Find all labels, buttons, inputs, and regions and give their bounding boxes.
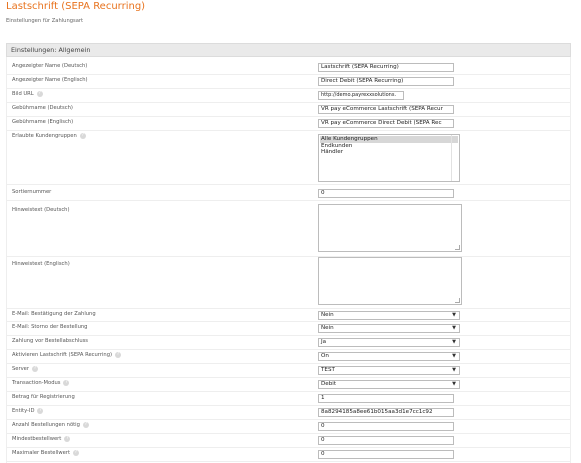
row-betrag-registrierung: Betrag für Registrierung 1 [6,392,571,406]
row-hinweis-de: Hinweistext (Deutsch) [6,201,571,257]
label-anzahl-bestellungen: Anzahl Bestellungen nötig? [12,422,89,428]
chevron-down-icon: ▼ [452,339,456,345]
row-hinweis-en: Hinweistext (Englisch) [6,257,571,309]
label-kundengruppen: Erlaubte Kundengruppen? [12,133,86,139]
row-maximaler-bestellwert: Maximaler Bestellwert? 0 [6,448,571,462]
label-gebuehr-en: Gebührname (Englisch) [12,119,74,125]
chevron-down-icon: ▼ [452,353,456,359]
help-circle-icon[interactable]: ? [63,380,70,386]
anzahl-bestellungen-input[interactable]: 0 [318,422,454,431]
page-title: Lastschrift (SEPA Recurring) [6,1,146,12]
mindestbestellwert-input[interactable]: 0 [318,436,454,445]
row-name-de: Angezeigter Name (Deutsch) Lastschrift (… [6,61,571,75]
label-email-bestaetigung: E-Mail: Bestätigung der Zahlung [12,311,96,317]
row-bild-url: Bild URL? http://demo.payrexxsolutions. [6,89,571,103]
row-email-storno: E-Mail: Storno der Bestellung Nein ▼ [6,322,571,336]
label-hinweis-en: Hinweistext (Englisch) [12,261,70,267]
help-circle-icon[interactable]: ? [82,422,89,428]
transaction-modus-select[interactable]: Debit ▼ [318,380,460,389]
option-endkunden[interactable]: Endkunden [320,143,458,150]
label-entity-id: Entity-ID? [12,408,44,414]
chevron-down-icon: ▼ [452,325,456,331]
label-maximaler-bestellwert: Maximaler Bestellwert? [12,450,79,456]
help-circle-icon[interactable]: ? [72,450,79,456]
resize-handle-icon[interactable] [455,298,460,303]
label-aktivieren: Aktivieren Lastschrift (SEPA Recurring)? [12,352,122,358]
option-alle-kundengruppen[interactable]: Alle Kundengruppen [320,136,458,143]
label-bild-url: Bild URL? [12,91,43,97]
label-zahlung-vor: Zahlung vor Bestellabschluss [12,338,89,344]
row-mindestbestellwert: Mindestbestellwert? 0 [6,434,571,448]
gebuehr-en-input[interactable]: VR pay eCommerce Direct Debit (SEPA Rec [318,119,454,128]
hinweis-de-textarea[interactable] [318,204,462,252]
help-circle-icon[interactable]: ? [115,352,122,358]
row-zahlung-vor: Zahlung vor Bestellabschluss Ja ▼ [6,336,571,350]
label-gebuehr-de: Gebührname (Deutsch) [12,105,73,111]
row-email-bestaetigung: E-Mail: Bestätigung der Zahlung Nein ▼ [6,309,571,322]
bild-url-input[interactable]: http://demo.payrexxsolutions. [318,91,404,100]
label-name-de: Angezeigter Name (Deutsch) [12,63,88,69]
row-server: Server? TEST ▼ [6,364,571,378]
name-en-input[interactable]: Direct Debit (SEPA Recurring) [318,77,454,86]
row-gebuehr-en: Gebührname (Englisch) VR pay eCommerce D… [6,117,571,131]
kundengruppen-listbox[interactable]: Alle Kundengruppen Endkunden Händler [318,134,460,182]
payment-settings-page: Lastschrift (SEPA Recurring) Einstellung… [0,0,581,463]
option-haendler[interactable]: Händler [320,149,458,156]
label-sortiernummer: Sortiernummer [12,189,52,195]
row-aktivieren: Aktivieren Lastschrift (SEPA Recurring)?… [6,350,571,364]
resize-handle-icon[interactable] [455,245,460,250]
chevron-down-icon: ▼ [452,381,456,387]
label-hinweis-de: Hinweistext (Deutsch) [12,207,70,213]
label-transaction-modus: Transaction-Modus? [12,380,70,386]
row-sortiernummer: Sortiernummer 0 [6,185,571,201]
maximaler-bestellwert-input[interactable]: 0 [318,450,454,459]
label-server: Server? [12,366,39,372]
row-name-en: Angezeigter Name (Englisch) Direct Debit… [6,75,571,89]
entity-id-input[interactable]: 8a8294185a8ee61b015aa3d1e7cc1c92 [318,408,454,417]
help-circle-icon[interactable]: ? [37,408,44,414]
help-circle-icon[interactable]: ? [79,133,86,139]
label-name-en: Angezeigter Name (Englisch) [12,77,88,83]
name-de-input[interactable]: Lastschrift (SEPA Recurring) [318,63,454,72]
label-email-storno: E-Mail: Storno der Bestellung [12,324,88,330]
row-kundengruppen: Erlaubte Kundengruppen? Alle Kundengrupp… [6,131,571,185]
page-subtitle: Einstellungen für Zahlungsart [6,18,84,24]
email-bestaetigung-select[interactable]: Nein ▼ [318,311,460,320]
zahlung-vor-select[interactable]: Ja ▼ [318,338,460,347]
label-betrag-registrierung: Betrag für Registrierung [12,394,75,400]
row-transaction-modus: Transaction-Modus? Debit ▼ [6,378,571,392]
help-circle-icon[interactable]: ? [64,436,71,442]
row-anzahl-bestellungen: Anzahl Bestellungen nötig? 0 [6,420,571,434]
aktivieren-select[interactable]: On ▼ [318,352,460,361]
server-select[interactable]: TEST ▼ [318,366,460,375]
help-circle-icon[interactable]: ? [36,91,43,97]
hinweis-en-textarea[interactable] [318,257,462,305]
help-circle-icon[interactable]: ? [32,366,39,372]
sortiernummer-input[interactable]: 0 [318,189,454,198]
row-entity-id: Entity-ID? 8a8294185a8ee61b015aa3d1e7cc1… [6,406,571,420]
listbox-scrollbar[interactable] [451,135,459,181]
chevron-down-icon: ▼ [452,367,456,373]
row-gebuehr-de: Gebührname (Deutsch) VR pay eCommerce La… [6,103,571,117]
betrag-registrierung-input[interactable]: 1 [318,394,454,403]
email-storno-select[interactable]: Nein ▼ [318,324,460,333]
chevron-down-icon: ▼ [452,312,456,318]
section-title: Einstellungen: Allgemein [11,46,91,54]
gebuehr-de-input[interactable]: VR pay eCommerce Lastschrift (SEPA Recur [318,105,454,114]
section-header: Einstellungen: Allgemein [6,43,571,57]
label-mindestbestellwert: Mindestbestellwert? [12,436,71,442]
